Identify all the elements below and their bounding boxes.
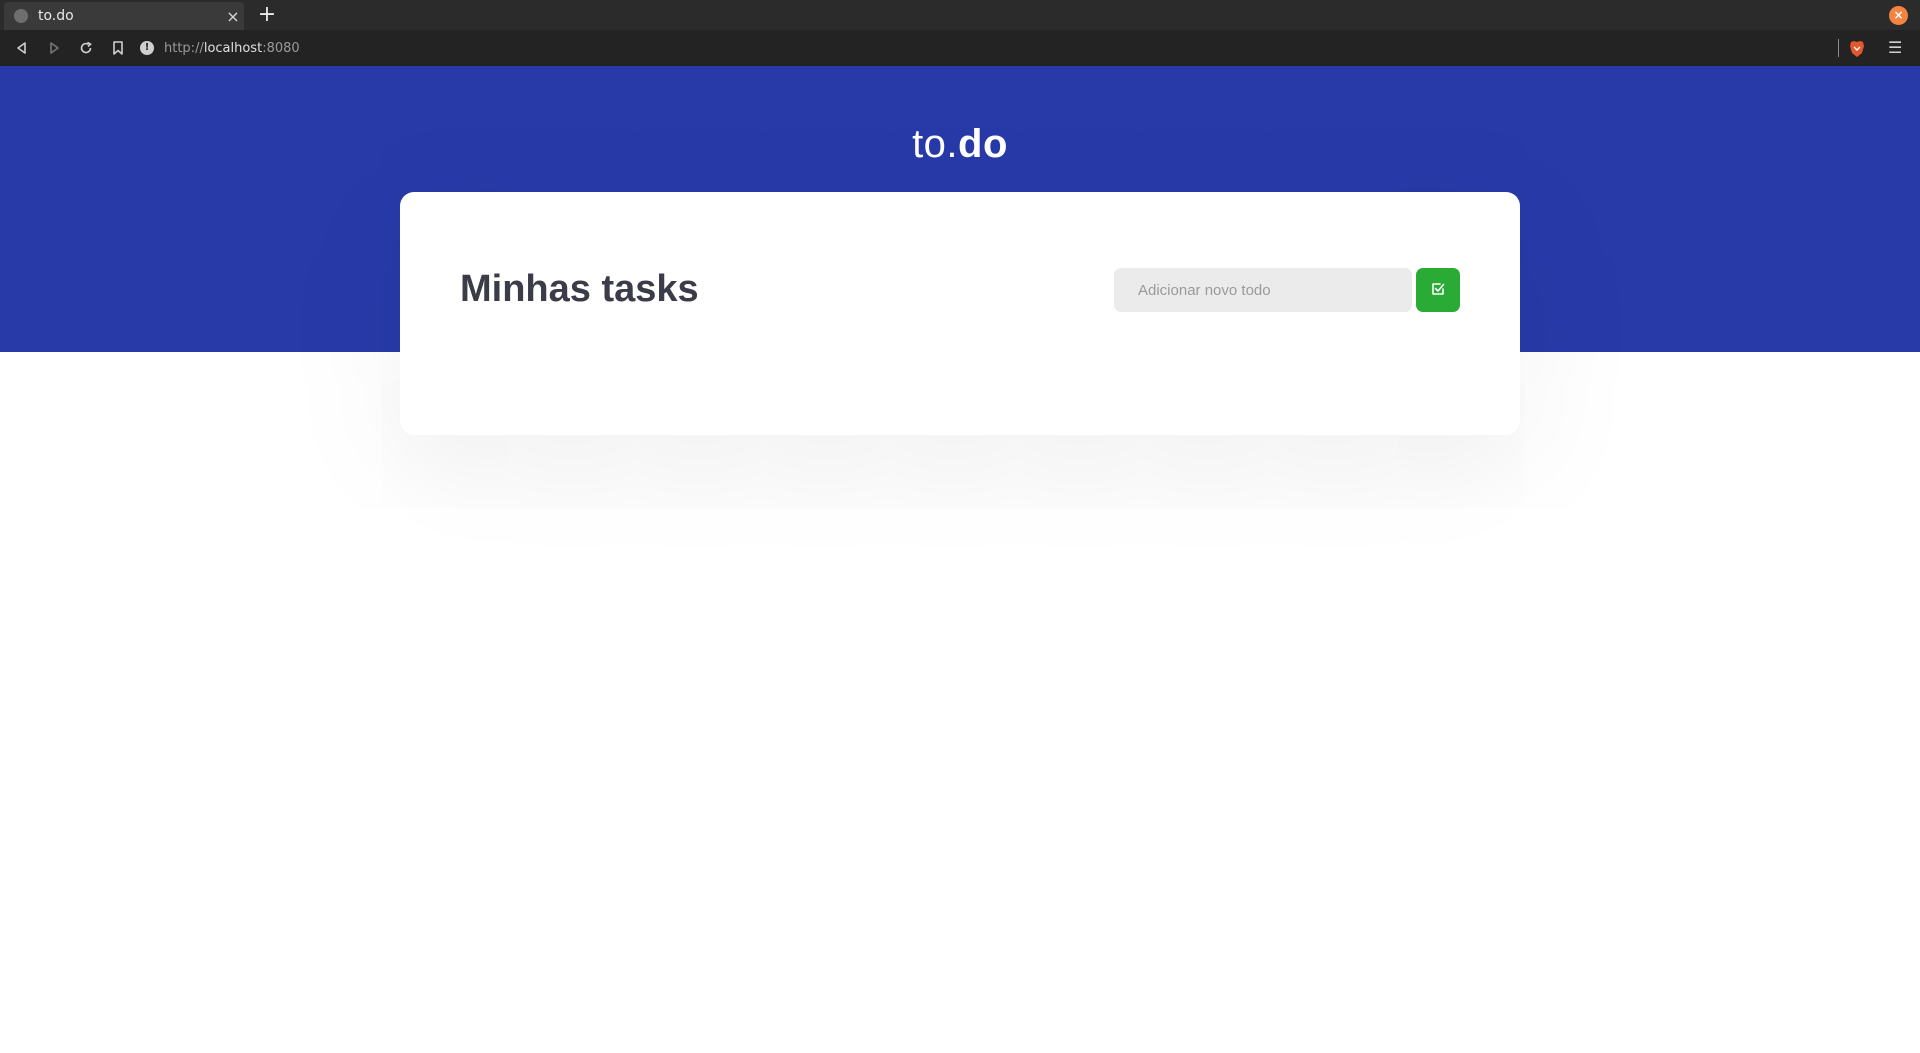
window-close-button[interactable]: ×	[1889, 6, 1908, 25]
new-tab-button[interactable]: +	[254, 3, 280, 27]
page-title: Minhas tasks	[460, 268, 699, 310]
browser-tab-bar: to.do × + ×	[0, 0, 1920, 30]
toolbar-divider	[1838, 39, 1839, 57]
brand-bold: do	[958, 122, 1008, 166]
site-info-icon[interactable]: !	[140, 41, 154, 55]
new-todo-input[interactable]	[1114, 268, 1412, 312]
brand-light: to.	[912, 122, 959, 166]
globe-icon	[14, 9, 28, 23]
back-icon[interactable]	[6, 32, 38, 64]
check-square-icon	[1431, 282, 1445, 299]
browser-tab[interactable]: to.do ×	[4, 2, 244, 30]
url-port: :8080	[262, 40, 300, 56]
tab-title: to.do	[38, 8, 74, 24]
tab-close-icon[interactable]: ×	[222, 7, 244, 26]
menu-icon[interactable]: ☰	[1888, 38, 1902, 57]
url-host: localhost	[203, 40, 263, 56]
url-scheme: http://	[164, 40, 204, 56]
page-content: to.do Minhas tasks	[0, 66, 1920, 1053]
address-bar[interactable]: ! http://localhost:8080	[140, 35, 1830, 61]
brand-logo: to.do	[0, 122, 1920, 167]
add-todo-button[interactable]	[1416, 268, 1460, 312]
tasks-card: Minhas tasks	[400, 192, 1520, 435]
forward-icon[interactable]	[38, 32, 70, 64]
brave-shield-icon[interactable]	[1849, 40, 1865, 58]
browser-toolbar: ! http://localhost:8080 ☰	[0, 30, 1920, 66]
bookmark-icon[interactable]	[102, 32, 134, 64]
reload-icon[interactable]	[70, 32, 102, 64]
